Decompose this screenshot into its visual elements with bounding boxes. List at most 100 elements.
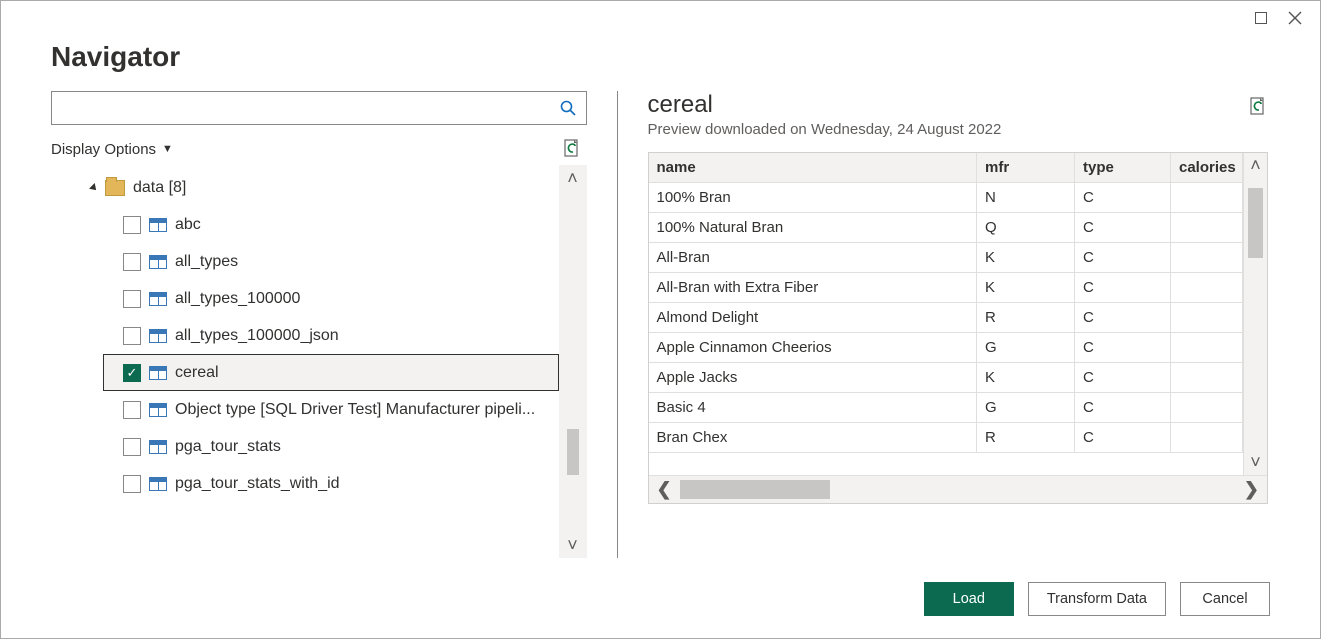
tree-item-pga-tour-stats[interactable]: pga_tour_stats (51, 428, 559, 465)
tree-item-all-types-100000[interactable]: all_types_100000 (51, 280, 559, 317)
cell-mfr: K (977, 243, 1075, 273)
table-icon (149, 329, 167, 343)
checkbox[interactable] (123, 475, 141, 493)
refresh-doc-icon (1250, 97, 1268, 117)
tree-item-label: pga_tour_stats_with_id (175, 475, 559, 493)
col-header-type[interactable]: type (1075, 153, 1171, 183)
checkbox[interactable] (123, 401, 141, 419)
cell-mfr: N (977, 183, 1075, 213)
preview-title: cereal (648, 91, 1002, 119)
tree-scrollbar[interactable]: ˄ ˅ (559, 165, 587, 558)
scroll-down-icon[interactable]: ˅ (567, 536, 578, 554)
scroll-right-icon[interactable]: ❯ (1236, 479, 1267, 500)
titlebar (1, 1, 1320, 35)
table-row[interactable]: 100% BranNC (649, 183, 1243, 213)
scroll-left-icon[interactable]: ❮ (649, 479, 680, 500)
close-icon (1288, 11, 1302, 25)
checkbox[interactable] (123, 327, 141, 345)
cell-mfr: G (977, 333, 1075, 363)
tree-item-all-types-100000-json[interactable]: all_types_100000_json (51, 317, 559, 354)
tree-item-all-types[interactable]: all_types (51, 243, 559, 280)
table-row[interactable]: All-Bran with Extra FiberKC (649, 273, 1243, 303)
table-icon (149, 440, 167, 454)
display-options-dropdown[interactable]: Display Options ▼ (51, 141, 173, 158)
cell-mfr: K (977, 273, 1075, 303)
cell-type: C (1075, 333, 1171, 363)
col-header-mfr[interactable]: mfr (977, 153, 1075, 183)
col-header-calories[interactable]: calories (1171, 153, 1243, 183)
scroll-up-icon[interactable]: ˄ (1250, 153, 1261, 178)
table-icon (149, 477, 167, 491)
table-row[interactable]: Almond DelightRC (649, 303, 1243, 333)
preview-table: name mfr type calories 100% BranNC100% N… (648, 152, 1269, 504)
table-row[interactable]: Apple Cinnamon CheeriosGC (649, 333, 1243, 363)
cell-name: Bran Chex (649, 423, 977, 453)
tree-item-label: abc (175, 216, 559, 234)
table-icon (149, 218, 167, 232)
cell-name: 100% Natural Bran (649, 213, 977, 243)
cell-calories (1171, 273, 1243, 303)
cell-mfr: K (977, 363, 1075, 393)
dialog-footer: Load Transform Data Cancel (1, 558, 1320, 638)
table-row[interactable]: Bran ChexRC (649, 423, 1243, 453)
expand-triangle-icon[interactable] (89, 183, 99, 193)
scrollbar-thumb[interactable] (1248, 188, 1263, 258)
table-row[interactable]: 100% Natural BranQC (649, 213, 1243, 243)
preview-refresh-button[interactable] (1250, 97, 1268, 117)
cell-calories (1171, 303, 1243, 333)
cell-name: Apple Cinnamon Cheerios (649, 333, 977, 363)
cell-type: C (1075, 423, 1171, 453)
tree-item-object-type[interactable]: Object type [SQL Driver Test] Manufactur… (51, 391, 559, 428)
refresh-icon-button[interactable] (563, 139, 583, 159)
search-box[interactable] (51, 91, 587, 125)
close-button[interactable] (1278, 4, 1312, 32)
search-input[interactable] (58, 100, 556, 116)
search-icon[interactable] (556, 100, 580, 116)
maximize-icon (1255, 12, 1267, 24)
checkbox[interactable] (123, 216, 141, 234)
cancel-button[interactable]: Cancel (1180, 582, 1270, 616)
checkbox[interactable] (123, 253, 141, 271)
scroll-down-icon[interactable]: ˅ (1250, 450, 1261, 475)
cell-calories (1171, 423, 1243, 453)
tree-item-label: all_types_100000_json (175, 327, 559, 345)
cell-type: C (1075, 363, 1171, 393)
cell-mfr: G (977, 393, 1075, 423)
table-row[interactable]: Apple JacksKC (649, 363, 1243, 393)
left-pane: Display Options ▼ data [8] (51, 91, 587, 558)
navigation-tree[interactable]: data [8] abc all_types (51, 165, 559, 558)
folder-icon (105, 180, 125, 196)
tree-item-cereal[interactable]: ✓ cereal (103, 354, 559, 391)
preview-subtitle: Preview downloaded on Wednesday, 24 Augu… (648, 121, 1002, 138)
checkbox[interactable] (123, 290, 141, 308)
scrollbar-thumb[interactable] (680, 480, 830, 499)
transform-data-button[interactable]: Transform Data (1028, 582, 1166, 616)
checkbox[interactable] (123, 438, 141, 456)
cell-mfr: R (977, 423, 1075, 453)
tree-root-data[interactable]: data [8] (51, 169, 559, 206)
cell-mfr: R (977, 303, 1075, 333)
scrollbar-thumb[interactable] (567, 429, 579, 475)
cell-name: All-Bran (649, 243, 977, 273)
scroll-up-icon[interactable]: ˄ (567, 169, 578, 187)
tree-root-label: data [8] (133, 179, 559, 197)
checkbox[interactable]: ✓ (123, 364, 141, 382)
maximize-button[interactable] (1244, 4, 1278, 32)
table-row[interactable]: Basic 4GC (649, 393, 1243, 423)
cell-name: Basic 4 (649, 393, 977, 423)
table-vertical-scrollbar[interactable]: ˄ ˅ (1243, 153, 1267, 475)
cell-type: C (1075, 183, 1171, 213)
cell-type: C (1075, 213, 1171, 243)
table-icon (149, 255, 167, 269)
load-button[interactable]: Load (924, 582, 1014, 616)
col-header-name[interactable]: name (649, 153, 977, 183)
table-icon (149, 366, 167, 380)
cell-name: Almond Delight (649, 303, 977, 333)
table-horizontal-scrollbar[interactable]: ❮ ❯ (649, 475, 1268, 503)
dialog-title: Navigator (1, 35, 1320, 91)
table-row[interactable]: All-BranKC (649, 243, 1243, 273)
tree-item-abc[interactable]: abc (51, 206, 559, 243)
tree-item-pga-tour-stats-with-id[interactable]: pga_tour_stats_with_id (51, 465, 559, 502)
tree-item-label: cereal (175, 364, 558, 382)
tree-item-label: all_types_100000 (175, 290, 559, 308)
